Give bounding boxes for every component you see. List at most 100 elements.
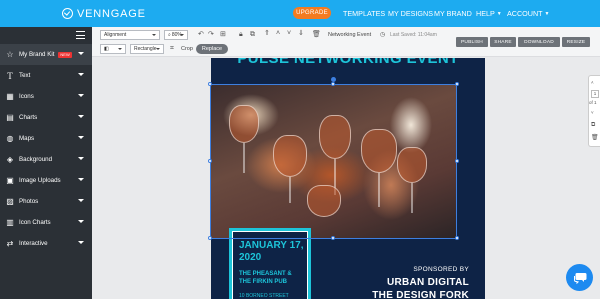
download-button[interactable]: DOWNLOAD xyxy=(518,37,560,47)
page-navigator: ˄ 1 of 1 ˅ ⧉ 🗑︎ xyxy=(588,75,600,147)
nav-templates[interactable]: TEMPLATES xyxy=(343,0,385,27)
sidebar-item-label: Icon Charts xyxy=(19,219,51,226)
alignment-select-value: Alignment xyxy=(104,32,127,38)
sidebar-item-text[interactable]: T Text xyxy=(0,65,92,86)
icons-grid-icon: ▦ xyxy=(6,92,14,101)
chevron-down-icon xyxy=(78,73,84,76)
send-to-back-icon[interactable]: ⇓ xyxy=(298,29,304,39)
zoom-select[interactable]: ⌕ 80% xyxy=(164,30,188,40)
event-date[interactable]: JANUARY 17, 2020 xyxy=(239,240,303,264)
sidebar-item-label: Charts xyxy=(19,114,38,121)
glass-stem xyxy=(243,143,245,173)
nav-account[interactable]: ACCOUNT ▼ xyxy=(507,0,550,27)
trash-icon[interactable]: 🗑︎ xyxy=(312,30,321,40)
share-button[interactable]: SHARE xyxy=(490,37,516,47)
bring-forward-icon[interactable]: ˄ xyxy=(276,29,280,39)
sidebar-item-icon-charts[interactable]: ▥ Icon Charts xyxy=(0,212,92,233)
crop-icon[interactable]: ⌗ xyxy=(170,44,174,54)
shape-select-value: Rectangle xyxy=(134,46,157,52)
sponsor-name-2[interactable]: THE DESIGN FORK xyxy=(372,290,469,299)
chevron-down-icon xyxy=(78,136,84,139)
chevron-down-icon: ▼ xyxy=(544,10,550,17)
design-canvas[interactable]: PULSE NETWORKING EVENT JANUARY 17, 2020 … xyxy=(211,58,485,299)
chevron-down-icon xyxy=(156,48,160,50)
resize-handle-left[interactable] xyxy=(208,159,212,163)
delete-page-icon[interactable]: 🗑︎ xyxy=(591,134,599,141)
page-total: of 1 xyxy=(589,100,597,105)
undo-icon[interactable]: ↶ xyxy=(198,30,204,40)
replace-button[interactable]: Replace xyxy=(196,44,228,54)
flip-select[interactable]: ◧ xyxy=(100,44,126,54)
sidebar-item-interactive[interactable]: ⇄ Interactive xyxy=(0,233,92,254)
photo-icon: ▨ xyxy=(6,197,14,206)
sidebar-item-background[interactable]: ◈ Background xyxy=(0,149,92,170)
glass-shape xyxy=(307,185,341,217)
sidebar-item-label: Image Uploads xyxy=(19,177,61,184)
page-down-icon[interactable]: ˅ xyxy=(591,110,594,115)
resize-handle-top[interactable] xyxy=(331,82,335,86)
sidebar-item-icons[interactable]: ▦ Icons xyxy=(0,86,92,107)
event-venue-line2: THE FIRKIN PUB xyxy=(239,279,287,285)
resize-handle-top-right[interactable] xyxy=(455,82,459,86)
text-icon: T xyxy=(7,70,13,81)
crop-label[interactable]: Crop xyxy=(181,46,193,52)
sidebar-item-my-brand-kit[interactable]: ☆ My Brand Kit NEW xyxy=(0,44,92,65)
resize-handle-bottom-left[interactable] xyxy=(208,236,212,240)
sidebar-item-label: Background xyxy=(19,156,53,163)
bring-to-front-icon[interactable]: ⇑ xyxy=(264,29,270,39)
resize-handle-bottom-right[interactable] xyxy=(455,236,459,240)
logo[interactable]: VENNGAGE xyxy=(62,8,146,20)
chevron-down-icon xyxy=(180,34,184,36)
shape-select[interactable]: Rectangle xyxy=(130,44,164,54)
nav-help[interactable]: HELP ▼ xyxy=(476,0,502,27)
sidebar-item-image-uploads[interactable]: ▣ Image Uploads xyxy=(0,170,92,191)
resize-handle-top-left[interactable] xyxy=(208,82,212,86)
chevron-down-icon xyxy=(152,34,156,36)
event-venue[interactable]: THE PHEASANT & THE FIRKIN PUB xyxy=(239,270,292,286)
resize-handle-right[interactable] xyxy=(455,159,459,163)
resize-button[interactable]: RESIZE xyxy=(562,37,590,47)
copy-icon[interactable]: ⧉ xyxy=(250,30,255,40)
event-info-box[interactable]: JANUARY 17, 2020 THE PHEASANT & THE FIRK… xyxy=(229,228,311,299)
publish-button[interactable]: PUBLISH xyxy=(456,37,488,47)
sponsor-label[interactable]: SPONSORED BY xyxy=(413,266,469,273)
lock-icon[interactable]: 🔒︎ xyxy=(239,30,243,40)
sponsor-name-1[interactable]: URBAN DIGITAL xyxy=(387,277,469,288)
clock-icon: ◷ xyxy=(380,32,386,38)
page-up-icon[interactable]: ˄ xyxy=(591,80,594,85)
page-number-input[interactable]: 1 xyxy=(591,90,599,98)
menu-icon[interactable] xyxy=(76,31,85,39)
chat-button[interactable] xyxy=(566,264,593,291)
event-street[interactable]: 10 BORNEO STREET xyxy=(239,293,289,299)
grid-icon[interactable]: ⊞ xyxy=(220,30,226,40)
poster-title[interactable]: PULSE NETWORKING EVENT xyxy=(211,58,485,67)
chevron-down-icon xyxy=(78,157,84,160)
glass-shape xyxy=(397,147,427,183)
sidebar-item-label: Text xyxy=(19,72,31,79)
chevron-down-icon xyxy=(78,220,84,223)
chart-icon: ▤ xyxy=(6,113,14,122)
nav-my-designs[interactable]: MY DESIGNS xyxy=(388,0,433,27)
icon-chart-icon: ▥ xyxy=(6,218,14,227)
alignment-select[interactable]: Alignment xyxy=(100,30,160,40)
sidebar-item-label: My Brand Kit xyxy=(19,51,55,58)
chevron-down-icon xyxy=(78,52,84,55)
redo-icon[interactable]: ↷ xyxy=(208,30,214,40)
nav-help-label: HELP xyxy=(476,9,495,18)
sidebar-item-photos[interactable]: ▨ Photos xyxy=(0,191,92,212)
paint-icon: ◈ xyxy=(6,155,14,164)
event-date-line1: JANUARY 17, xyxy=(239,240,304,251)
sidebar-item-charts[interactable]: ▤ Charts xyxy=(0,107,92,128)
sidebar-item-maps[interactable]: ◍ Maps xyxy=(0,128,92,149)
event-photo[interactable] xyxy=(211,85,457,238)
upgrade-button[interactable]: UPGRADE xyxy=(293,7,331,19)
send-backward-icon[interactable]: ˅ xyxy=(287,29,291,39)
document-title[interactable]: Networking Event xyxy=(328,32,371,38)
chevron-down-icon xyxy=(78,178,84,181)
resize-handle-bottom[interactable] xyxy=(331,236,335,240)
glass-stem xyxy=(378,173,380,207)
duplicate-page-icon[interactable]: ⧉ xyxy=(591,122,595,129)
editor-toolbar: Alignment ⌕ 80% ↶ ↷ ⊞ 🔒︎ ⧉ ⇑ ˄ ˅ ⇓ 🗑︎ Ne… xyxy=(92,27,600,57)
nav-my-brand[interactable]: MY BRAND xyxy=(434,0,472,27)
zoom-icon: ⌕ xyxy=(168,32,171,38)
